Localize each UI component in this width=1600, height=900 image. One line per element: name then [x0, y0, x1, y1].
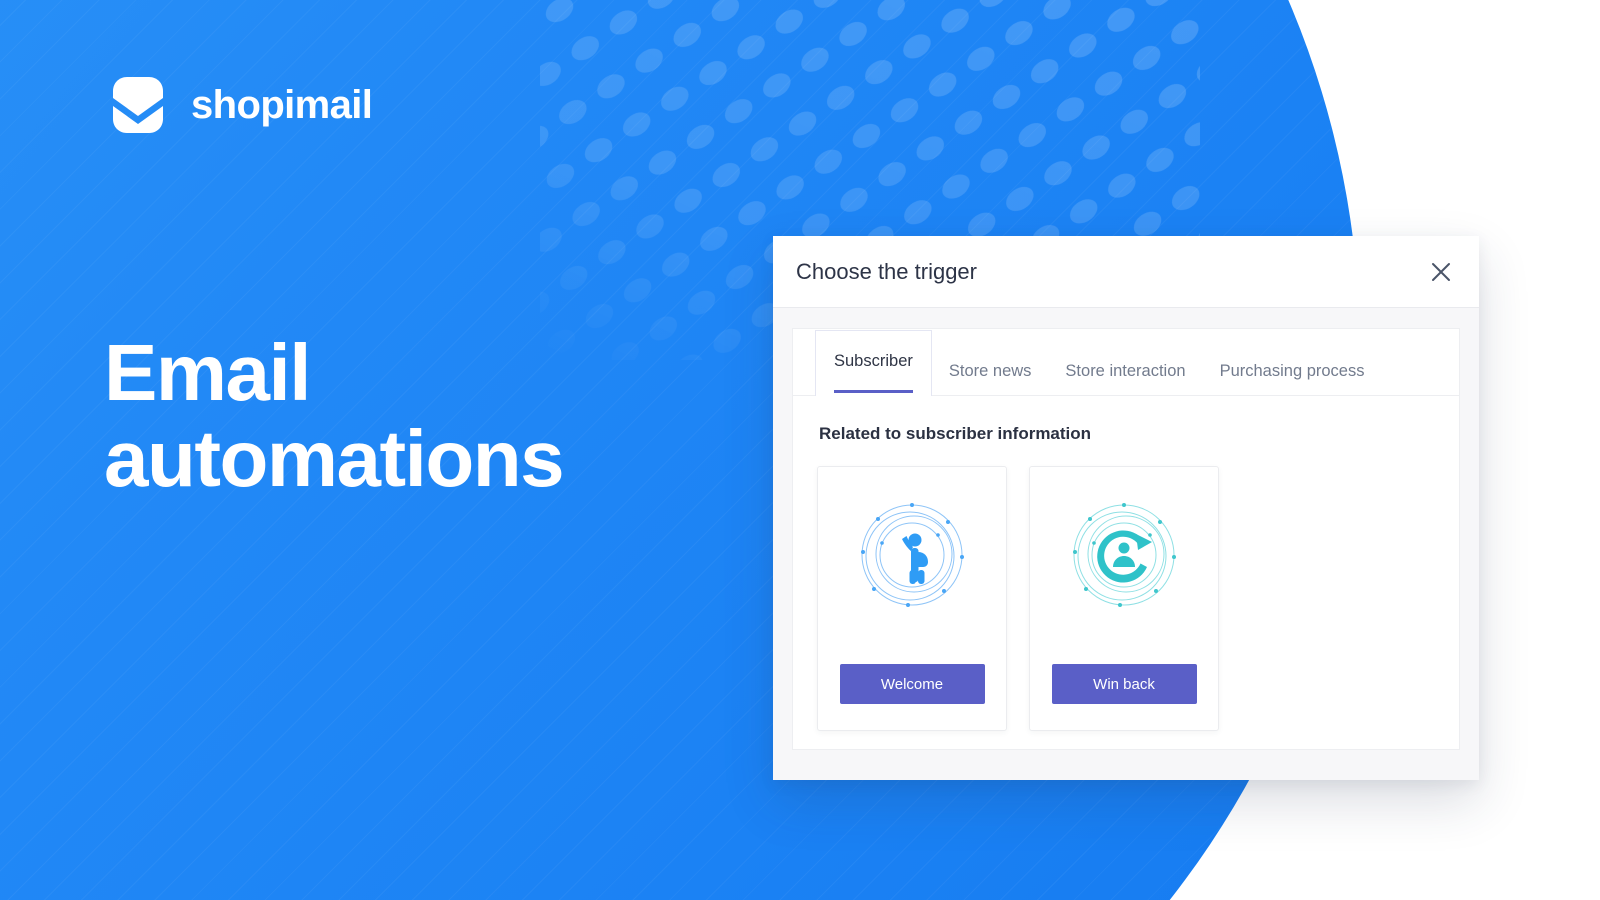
trigger-card-win-back[interactable]: Win back: [1029, 466, 1219, 731]
tab-store-news[interactable]: Store news: [932, 347, 1049, 395]
modal-header: Choose the trigger: [773, 236, 1479, 308]
modal-body: Subscriber Store news Store interaction …: [773, 308, 1479, 750]
page-root: shopimail Email automations Choose the t…: [0, 0, 1600, 900]
tab-purchasing-process[interactable]: Purchasing process: [1203, 347, 1382, 395]
brand-logo[interactable]: shopimail: [107, 71, 373, 139]
tab-subscriber[interactable]: Subscriber: [815, 330, 932, 396]
choose-trigger-modal: Choose the trigger Subscriber Store news…: [773, 236, 1479, 780]
section-title: Related to subscriber information: [819, 424, 1092, 443]
modal-title: Choose the trigger: [796, 258, 977, 284]
waving-person-icon: [852, 495, 972, 615]
trigger-card-list: Welcome Win back: [793, 444, 1459, 731]
trigger-panel: Subscriber Store news Store interaction …: [792, 328, 1460, 750]
win-back-button[interactable]: Win back: [1051, 664, 1197, 704]
envelope-icon: [107, 71, 169, 139]
trigger-tabs: Subscriber Store news Store interaction …: [793, 329, 1459, 396]
welcome-button[interactable]: Welcome: [839, 664, 985, 704]
close-icon[interactable]: [1425, 256, 1457, 288]
brand-name: shopimail: [191, 83, 373, 127]
return-customer-icon: [1064, 495, 1184, 615]
page-title: Email automations: [104, 328, 565, 503]
tab-store-interaction[interactable]: Store interaction: [1048, 347, 1202, 395]
trigger-card-welcome[interactable]: Welcome: [817, 466, 1007, 731]
